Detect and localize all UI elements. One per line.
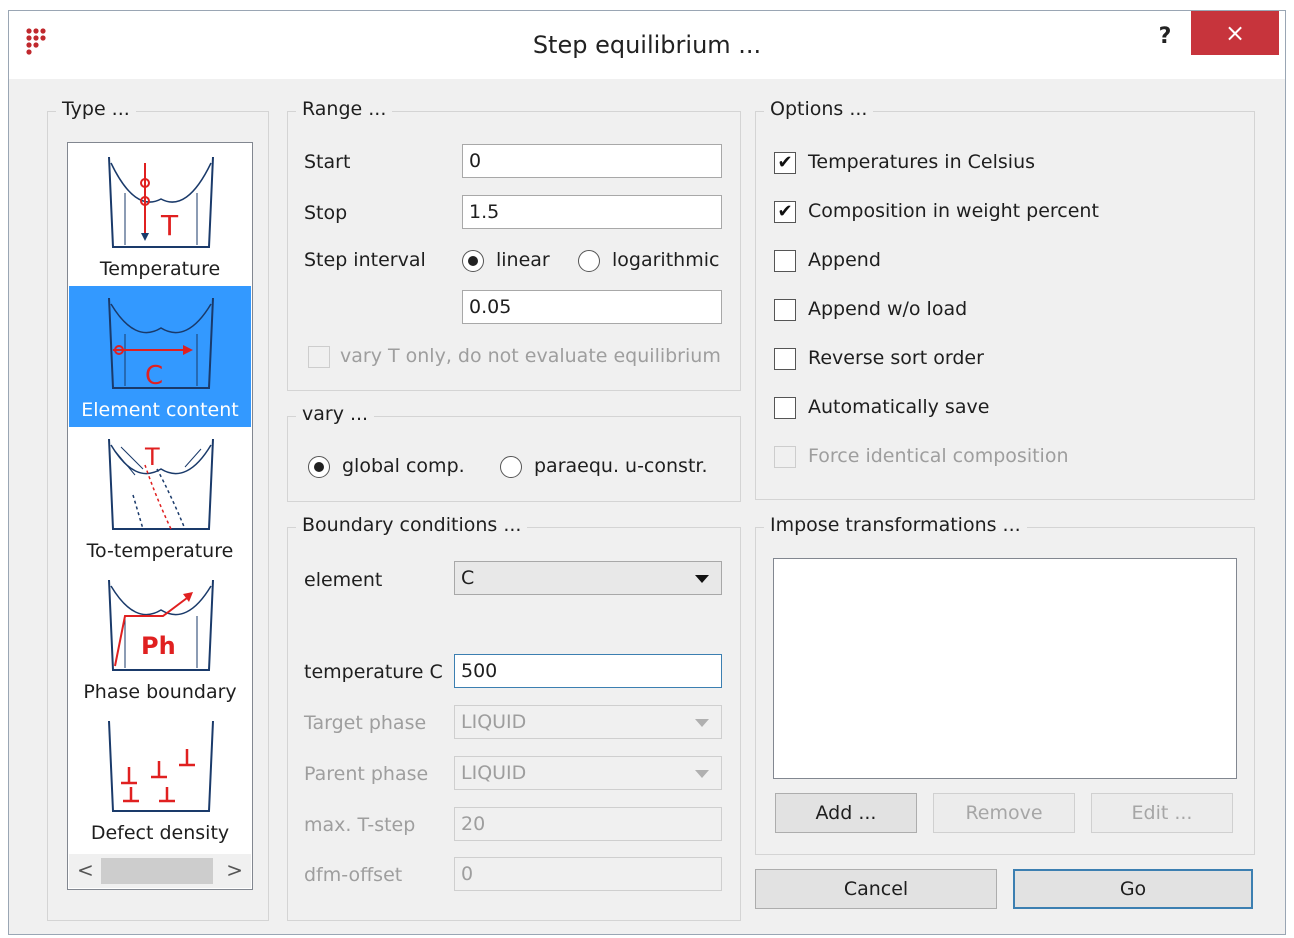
- step-equilibrium-dialog: Step equilibrium ... ? × Type ... T Temp…: [8, 10, 1286, 935]
- vary-t-only-label: vary T only, do not evaluate equilibrium: [340, 345, 721, 367]
- option-label[interactable]: Automatically save: [808, 396, 989, 418]
- step-interval-label: Step interval: [304, 249, 426, 271]
- vary-group-legend: vary ...: [296, 403, 375, 425]
- go-button[interactable]: Go: [1013, 869, 1253, 909]
- option-checkbox[interactable]: ✔: [774, 152, 796, 174]
- element-content-step-icon: C: [108, 297, 214, 391]
- scroll-right-icon[interactable]: >: [226, 858, 243, 882]
- parent-phase-label: Parent phase: [304, 763, 429, 785]
- range-group: Range ... Start 0 Stop 1.5 Step interval…: [287, 98, 741, 391]
- element-label: element: [304, 569, 383, 591]
- help-button[interactable]: ?: [1145, 19, 1185, 55]
- type-label: Temperature: [99, 258, 221, 280]
- boundary-conditions-group: Boundary conditions ... element C temper…: [287, 514, 741, 921]
- type-item-defect-density[interactable]: Defect density: [69, 709, 251, 850]
- type-label: Defect density: [90, 822, 230, 844]
- type-item-to-temperature[interactable]: T To-temperature: [69, 427, 251, 568]
- boundary-group-legend: Boundary conditions ...: [296, 514, 528, 536]
- phase-boundary-step-icon: Ph: [108, 579, 214, 671]
- cancel-button[interactable]: Cancel: [755, 869, 997, 909]
- dfm-offset-input: 0: [454, 857, 722, 891]
- chevron-down-icon: [695, 575, 709, 583]
- svg-text:T: T: [160, 209, 179, 242]
- max-t-step-input: 20: [454, 807, 722, 841]
- vary-t-only-checkbox: [308, 346, 330, 368]
- step-type-list[interactable]: T Temperature C Element content T To-tem…: [67, 142, 253, 890]
- target-phase-label: Target phase: [304, 712, 427, 734]
- linear-label[interactable]: linear: [496, 249, 550, 271]
- transformations-group-legend: Impose transformations ...: [764, 514, 1027, 536]
- logarithmic-label[interactable]: logarithmic: [612, 249, 719, 271]
- logarithmic-radio[interactable]: [578, 250, 600, 272]
- target-phase-value: LIQUID: [461, 711, 527, 733]
- defect-density-step-icon: [108, 720, 214, 812]
- svg-text:Ph: Ph: [141, 632, 176, 660]
- option-checkbox[interactable]: [774, 250, 796, 272]
- stop-input[interactable]: 1.5: [462, 195, 722, 229]
- element-select[interactable]: C: [454, 561, 722, 595]
- option-checkbox[interactable]: [774, 397, 796, 419]
- svg-text:T: T: [144, 443, 160, 471]
- options-group: Options ... ✔ Temperatures in Celsius ✔ Com…: [755, 98, 1255, 500]
- element-select-value: C: [461, 567, 475, 589]
- type-list-scrollbar[interactable]: < >: [69, 854, 251, 888]
- vary-group: vary ... global comp. paraequ. u-constr.: [287, 403, 741, 502]
- start-label: Start: [304, 151, 351, 173]
- options-group-legend: Options ...: [764, 98, 874, 120]
- global-comp-radio[interactable]: [308, 456, 330, 478]
- svg-text:C: C: [145, 361, 163, 391]
- option-checkbox[interactable]: ✔: [774, 201, 796, 223]
- type-label: Element content: [81, 399, 239, 421]
- step-interval-input[interactable]: 0.05: [462, 290, 722, 324]
- option-checkbox: [774, 446, 796, 468]
- close-button[interactable]: ×: [1191, 11, 1279, 55]
- temperature-step-icon: T: [108, 156, 214, 248]
- scrollbar-thumb[interactable]: [101, 858, 213, 884]
- option-label: Force identical composition: [808, 445, 1069, 467]
- max-t-step-label: max. T-step: [304, 814, 416, 836]
- dfm-offset-label: dfm-offset: [304, 864, 403, 886]
- type-label: Phase boundary: [83, 681, 237, 703]
- chevron-down-icon: [695, 770, 709, 778]
- type-group-legend: Type ...: [56, 98, 136, 120]
- chevron-down-icon: [695, 719, 709, 727]
- type-item-temperature[interactable]: T Temperature: [69, 145, 251, 286]
- target-phase-select: LIQUID: [454, 705, 722, 739]
- parent-phase-value: LIQUID: [461, 762, 527, 784]
- option-label[interactable]: Append: [808, 249, 881, 271]
- stop-label: Stop: [304, 202, 348, 224]
- paraequ-radio[interactable]: [500, 456, 522, 478]
- start-input[interactable]: 0: [462, 144, 722, 178]
- temperature-input[interactable]: 500: [454, 654, 722, 688]
- option-label[interactable]: Reverse sort order: [808, 347, 984, 369]
- option-checkbox[interactable]: [774, 348, 796, 370]
- type-item-phase-boundary[interactable]: Ph Phase boundary: [69, 568, 251, 709]
- range-group-legend: Range ...: [296, 98, 393, 120]
- option-label[interactable]: Composition in weight percent: [808, 200, 1099, 222]
- option-label[interactable]: Append w/o load: [808, 298, 967, 320]
- type-item-element-content[interactable]: C Element content: [69, 286, 251, 427]
- dialog-title: Step equilibrium ...: [532, 31, 762, 59]
- scroll-left-icon[interactable]: <: [77, 858, 94, 882]
- add-transformation-button[interactable]: Add ...: [775, 793, 917, 833]
- paraequ-label[interactable]: paraequ. u-constr.: [534, 455, 708, 477]
- title-bar: Step equilibrium ... ? ×: [9, 11, 1285, 79]
- parent-phase-select: LIQUID: [454, 756, 722, 790]
- type-label: To-temperature: [86, 540, 234, 562]
- option-checkbox[interactable]: [774, 299, 796, 321]
- to-temperature-step-icon: T: [108, 438, 214, 530]
- temperature-label: temperature C: [304, 661, 443, 683]
- transformations-list[interactable]: [773, 558, 1237, 779]
- linear-radio[interactable]: [462, 250, 484, 272]
- option-label[interactable]: Temperatures in Celsius: [808, 151, 1035, 173]
- remove-transformation-button: Remove: [933, 793, 1075, 833]
- edit-transformation-button: Edit ...: [1091, 793, 1233, 833]
- global-comp-label[interactable]: global comp.: [342, 455, 465, 477]
